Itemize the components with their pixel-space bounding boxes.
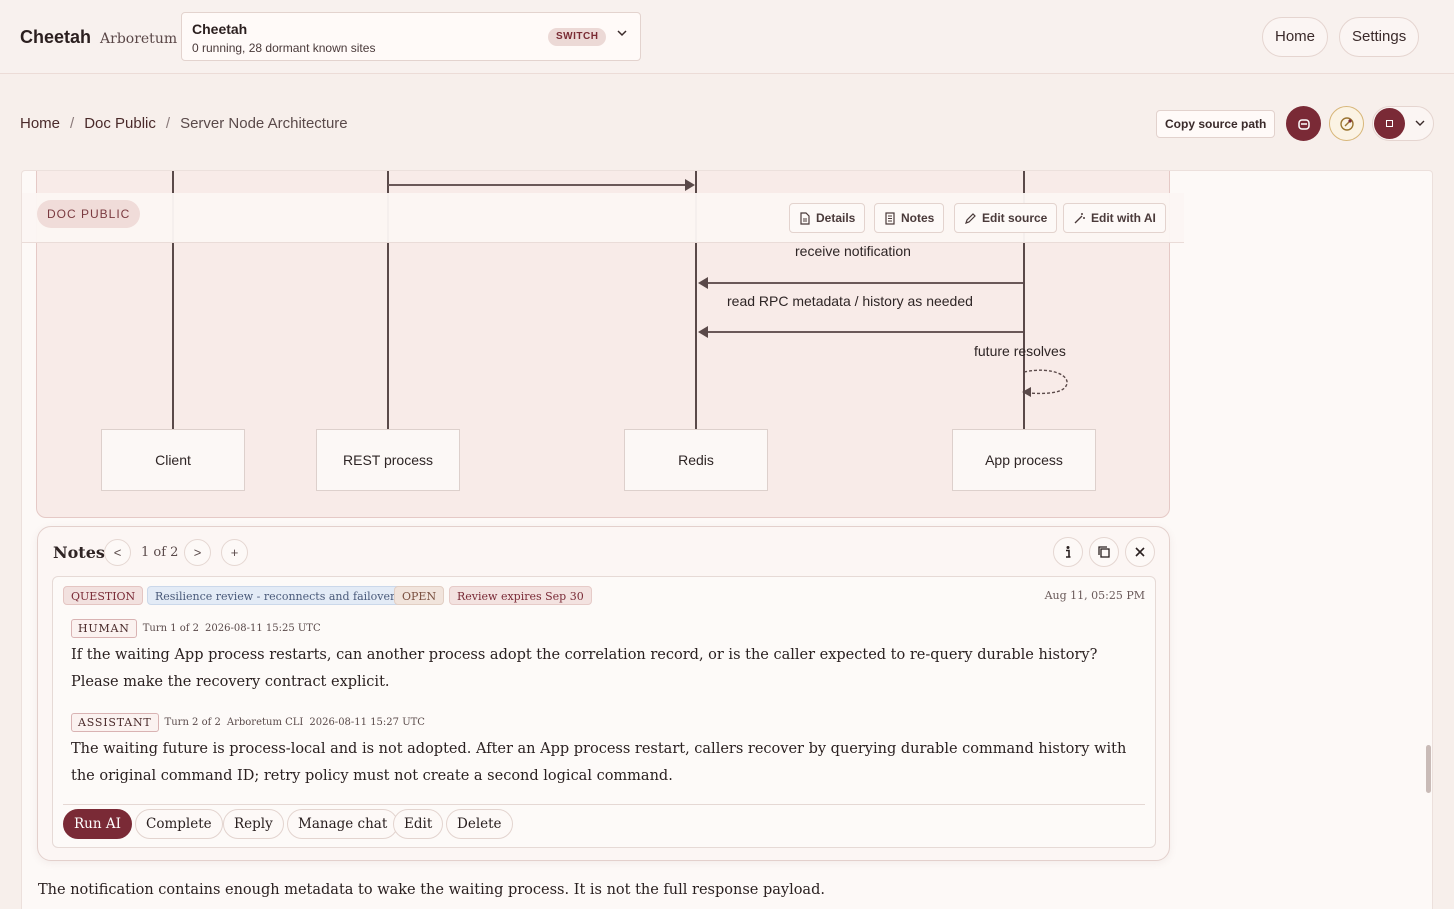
body-paragraph: The notification contains enough metadat… — [38, 882, 825, 898]
notes-label: Notes — [901, 211, 935, 225]
self-call-arrow — [1022, 369, 1068, 397]
actor-redis: Redis — [624, 429, 768, 491]
details-label: Details — [816, 211, 856, 225]
turn-meta: Turn 2 of 2 — [164, 717, 221, 728]
turn-header: HUMAN Turn 1 of 2 2026-08-11 15:25 UTC — [71, 619, 321, 638]
document-toolbar: DOC PUBLIC Details Notes Edit source Edi… — [22, 193, 1184, 243]
complete-button[interactable]: Complete — [135, 809, 223, 839]
message-label: read RPC metadata / history as needed — [727, 293, 973, 309]
delete-button[interactable]: Delete — [446, 809, 513, 839]
edit-source-label: Edit source — [982, 211, 1048, 225]
edit-button[interactable]: Edit — [393, 809, 444, 839]
reply-button[interactable]: Reply — [223, 809, 284, 839]
arrowhead-right-icon — [685, 179, 695, 191]
copy-source-path-button[interactable]: Copy source path — [1156, 110, 1276, 138]
avatar — [1374, 108, 1405, 139]
turn-text: If the waiting App process restarts, can… — [71, 647, 1098, 690]
message-arrow — [705, 331, 1023, 333]
site-status: 0 running, 28 dormant known sites — [192, 41, 376, 55]
notes-panel: Notes < 1 of 2 > + QUESTION Resilience r… — [37, 526, 1170, 861]
turn-time: 2026-08-11 15:25 UTC — [205, 623, 321, 634]
turn-text: The waiting future is process-local and … — [71, 741, 1127, 784]
note-date: Aug 11, 05:25 PM — [1044, 589, 1145, 602]
breadcrumb-current: Server Node Architecture — [180, 115, 348, 132]
notes-add-button[interactable]: + — [221, 539, 248, 566]
compass-icon[interactable] — [1329, 106, 1364, 141]
message-arrow — [705, 282, 1023, 284]
arrowhead-left-icon — [698, 277, 708, 289]
chevron-down-icon — [1415, 115, 1425, 133]
nav-settings-button[interactable]: Settings — [1339, 17, 1420, 57]
edit-with-ai-button[interactable]: Edit with AI — [1063, 203, 1166, 233]
document-panel: receive notification read RPC metadata /… — [21, 170, 1433, 909]
nav-home-button[interactable]: Home — [1262, 17, 1329, 57]
magic-wand-icon — [1074, 212, 1085, 223]
brand[interactable]: Cheetah Arboretum — [20, 27, 177, 48]
site-switcher[interactable]: Cheetah 0 running, 28 dormant known site… — [181, 12, 641, 61]
notes-next-button[interactable]: > — [184, 539, 211, 566]
turn-header: ASSISTANT Turn 2 of 2 Arboretum CLI 2026… — [71, 713, 425, 732]
breadcrumb-separator: / — [70, 115, 75, 132]
divider — [63, 804, 1145, 805]
role-tag-assistant: ASSISTANT — [71, 713, 159, 732]
note-topic-tag[interactable]: Resilience review - reconnects and failo… — [147, 586, 404, 605]
details-button[interactable]: Details — [789, 203, 866, 233]
run-ai-button[interactable]: Run AI — [63, 809, 132, 839]
notes-icon — [885, 211, 895, 225]
chevron-down-icon[interactable] — [616, 27, 628, 42]
note-status-tag: OPEN — [394, 586, 445, 605]
turn-time: 2026-08-11 15:27 UTC — [309, 717, 425, 728]
arrowhead-left-icon — [698, 326, 708, 338]
top-bar: Cheetah Arboretum Cheetah 0 running, 28 … — [0, 0, 1454, 74]
agent-icon[interactable] — [1286, 106, 1321, 141]
manage-chat-button[interactable]: Manage chat — [287, 809, 399, 839]
role-tag-human: HUMAN — [71, 619, 137, 638]
edit-with-ai-label: Edit with AI — [1091, 211, 1156, 225]
actor-app-process: App process — [952, 429, 1096, 491]
actor-rest-process: REST process — [316, 429, 460, 491]
note-type-tag: QUESTION — [63, 586, 144, 605]
pencil-icon — [965, 212, 976, 224]
doc-badge: DOC PUBLIC — [37, 200, 141, 228]
notes-prev-button[interactable]: < — [104, 539, 131, 566]
scrollbar[interactable] — [1426, 745, 1431, 793]
brand-subtitle: Arboretum — [100, 31, 178, 47]
site-title: Cheetah — [192, 21, 248, 37]
info-icon[interactable] — [1053, 537, 1083, 567]
notes-button[interactable]: Notes — [874, 203, 945, 233]
message-label: receive notification — [795, 243, 911, 259]
notes-pager-text: 1 of 2 — [141, 545, 179, 560]
user-menu[interactable] — [1372, 106, 1434, 141]
breadcrumb-home[interactable]: Home — [20, 115, 60, 132]
document-icon — [800, 211, 810, 225]
breadcrumb: Home / Doc Public / Server Node Architec… — [20, 115, 348, 132]
close-icon[interactable] — [1125, 537, 1155, 567]
note-card: QUESTION Resilience review - reconnects … — [52, 576, 1156, 848]
brand-name: Cheetah — [20, 27, 92, 47]
message-label: future resolves — [974, 343, 1066, 359]
actor-client: Client — [101, 429, 245, 491]
note-expiry-tag: Review expires Sep 30 — [449, 586, 592, 605]
breadcrumb-section[interactable]: Doc Public — [84, 115, 156, 132]
breadcrumb-separator: / — [165, 115, 171, 132]
turn-source: Arboretum CLI — [226, 717, 304, 728]
switch-badge[interactable]: SWITCH — [548, 28, 607, 46]
copy-icon[interactable] — [1089, 537, 1119, 567]
message-arrow — [388, 184, 688, 186]
notes-title: Notes — [53, 543, 105, 562]
turn-meta: Turn 1 of 2 — [142, 623, 200, 634]
edit-source-button[interactable]: Edit source — [954, 203, 1058, 233]
